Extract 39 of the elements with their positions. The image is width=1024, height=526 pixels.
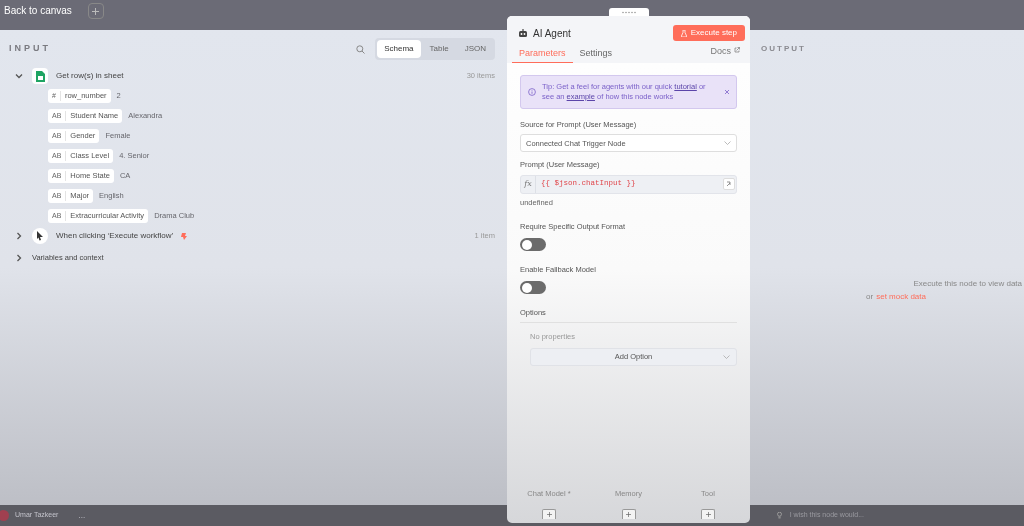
docs-link[interactable]: Docs <box>710 45 745 63</box>
add-icon[interactable] <box>87 3 104 19</box>
node-title: AI Agent <box>533 26 571 41</box>
more-button[interactable]: ... <box>78 509 86 522</box>
flask-icon <box>680 29 687 37</box>
execute-button[interactable]: Execute step <box>672 25 745 41</box>
chevron-icon[interactable] <box>14 253 24 263</box>
view-tab[interactable]: Table <box>422 40 456 58</box>
node-name: When clicking ‘Execute workflow’ <box>56 230 174 242</box>
spreadsheet-icon <box>32 68 48 84</box>
lightbulb-icon <box>776 512 782 519</box>
robot-icon <box>518 28 528 38</box>
view-tab[interactable]: JSON <box>457 40 493 58</box>
chevron-down-icon <box>723 354 730 359</box>
chevron-icon[interactable] <box>14 231 24 241</box>
chevron-down-icon <box>724 141 731 146</box>
drag-handle[interactable] <box>608 8 649 16</box>
view-tab[interactable]: Schema <box>377 40 421 58</box>
search-icon[interactable] <box>356 44 366 54</box>
toggle-switch[interactable] <box>520 238 546 251</box>
or-text: or <box>866 291 874 303</box>
panel-title: INPUT <box>9 42 51 56</box>
toggle-switch[interactable] <box>520 281 546 295</box>
cursor-icon <box>32 228 48 244</box>
panel-title: OUTPUT <box>761 43 807 55</box>
close-icon[interactable] <box>725 90 729 94</box>
back-link[interactable]: Back to canvas <box>4 3 72 18</box>
avatar <box>0 510 9 521</box>
panel-tab[interactable]: Settings <box>572 45 620 63</box>
add-icon[interactable] <box>542 509 556 519</box>
info-icon <box>528 88 536 96</box>
panel-tab[interactable]: Parameters <box>512 45 573 63</box>
chevron-icon[interactable] <box>14 71 24 81</box>
empty-message: Execute this node to view data <box>913 278 1022 290</box>
add-icon[interactable] <box>701 509 715 519</box>
add-icon[interactable] <box>621 509 636 519</box>
expand-icon[interactable] <box>726 181 732 187</box>
external-link-icon <box>734 47 740 53</box>
node-name: Get row(s) in sheet <box>56 70 124 82</box>
